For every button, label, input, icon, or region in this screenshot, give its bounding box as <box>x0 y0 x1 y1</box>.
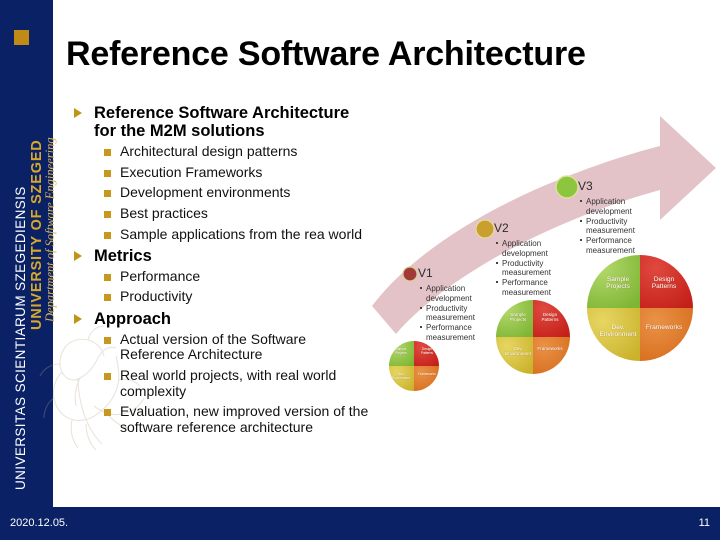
square-bullet-icon <box>104 190 111 198</box>
square-bullet-icon <box>104 148 111 156</box>
list-item: Actual version of the Software Reference… <box>72 330 372 363</box>
list-item-label: Execution Frameworks <box>120 163 263 180</box>
stage-dot-v1 <box>402 266 418 282</box>
list-item-label: Evaluation, new improved version of the … <box>120 403 369 435</box>
list-item-label: Productivity <box>120 288 193 305</box>
list-item: Performance <box>72 267 372 285</box>
sublist-metrics: Performance Productivity <box>72 267 372 305</box>
list-item: Best practices <box>72 204 372 222</box>
section-heading-metrics: Metrics <box>72 247 372 265</box>
stage-label-v3: V3 <box>578 179 593 193</box>
square-bullet-icon <box>104 294 111 302</box>
sublist-approach: Actual version of the Software Reference… <box>72 330 372 436</box>
stage-bullets-v1: Application development Productivity mea… <box>420 284 475 343</box>
sidebar-department-name: Department of Software Engineering <box>43 137 57 322</box>
pie-chart-v3 <box>587 255 693 361</box>
section-heading-text: Metrics <box>94 247 152 266</box>
list-item: Evaluation, new improved version of the … <box>72 404 372 435</box>
square-bullet-icon <box>104 409 111 417</box>
section-heading-text: Reference Software Architecture for the … <box>94 104 350 141</box>
sublist-architecture: Architectural design patterns Execution … <box>72 142 372 243</box>
triangle-bullet-icon <box>74 314 82 325</box>
stage-dot-v2 <box>475 219 495 239</box>
body-content: Reference Software Architecture for the … <box>72 104 372 441</box>
sidebar: UNIVERSITAS SCIENTIARUM SZEGEDIENSIS UNI… <box>0 0 57 507</box>
slide: UNIVERSITAS SCIENTIARUM SZEGEDIENSIS UNI… <box>0 0 720 540</box>
list-item: Development environments <box>72 184 372 201</box>
square-bullet-icon <box>104 210 111 218</box>
stage-bullets-v3: Application development Productivity mea… <box>580 197 635 256</box>
triangle-bullet-icon <box>74 251 82 262</box>
triangle-bullet-icon <box>74 108 82 118</box>
maturity-roadmap-graphic: V1 Application development Productivity … <box>368 108 720 408</box>
page-title: Reference Software Architecture <box>66 35 586 73</box>
list-item-label: Actual version of the Software Reference… <box>120 330 306 363</box>
pie-chart-v2 <box>496 300 570 374</box>
list-item: Real world projects, with real world com… <box>72 366 372 399</box>
footer-date: 2020.12.05. <box>10 517 69 529</box>
list-item: Execution Frameworks <box>72 163 372 181</box>
list-item-label: Performance <box>120 267 201 284</box>
list-item-label: Best practices <box>120 204 208 221</box>
stage-label-v1: V1 <box>418 266 433 280</box>
list-item: Architectural design patterns <box>72 142 372 160</box>
list-item-label: Sample applications from the rea world <box>120 225 363 242</box>
sidebar-accent-square <box>14 30 29 45</box>
list-item-label: Development environments <box>120 184 291 201</box>
section-heading-text: Approach <box>94 310 172 329</box>
section-heading-architecture: Reference Software Architecture for the … <box>72 104 372 141</box>
square-bullet-icon <box>104 372 111 380</box>
pie-chart-v1 <box>389 341 439 391</box>
square-bullet-icon <box>104 273 111 281</box>
stage-label-v2: V2 <box>494 221 509 235</box>
footer-page-number: 11 <box>698 517 710 529</box>
section-heading-approach: Approach <box>72 310 372 328</box>
list-item: Sample applications from the rea world <box>72 225 372 243</box>
stage-bullets-v2: Application development Productivity mea… <box>496 239 551 298</box>
footer-bar: 2020.12.05. 11 <box>0 507 720 540</box>
list-item-label: Real world projects, with real world com… <box>120 366 337 399</box>
list-item: Productivity <box>72 289 372 305</box>
square-bullet-icon <box>104 169 111 177</box>
sidebar-latin-name: UNIVERSITAS SCIENTIARUM SZEGEDIENSIS <box>13 186 28 490</box>
square-bullet-icon <box>104 336 111 344</box>
stage-dot-v3 <box>555 175 579 199</box>
square-bullet-icon <box>104 231 111 239</box>
list-item-label: Architectural design patterns <box>120 142 298 159</box>
